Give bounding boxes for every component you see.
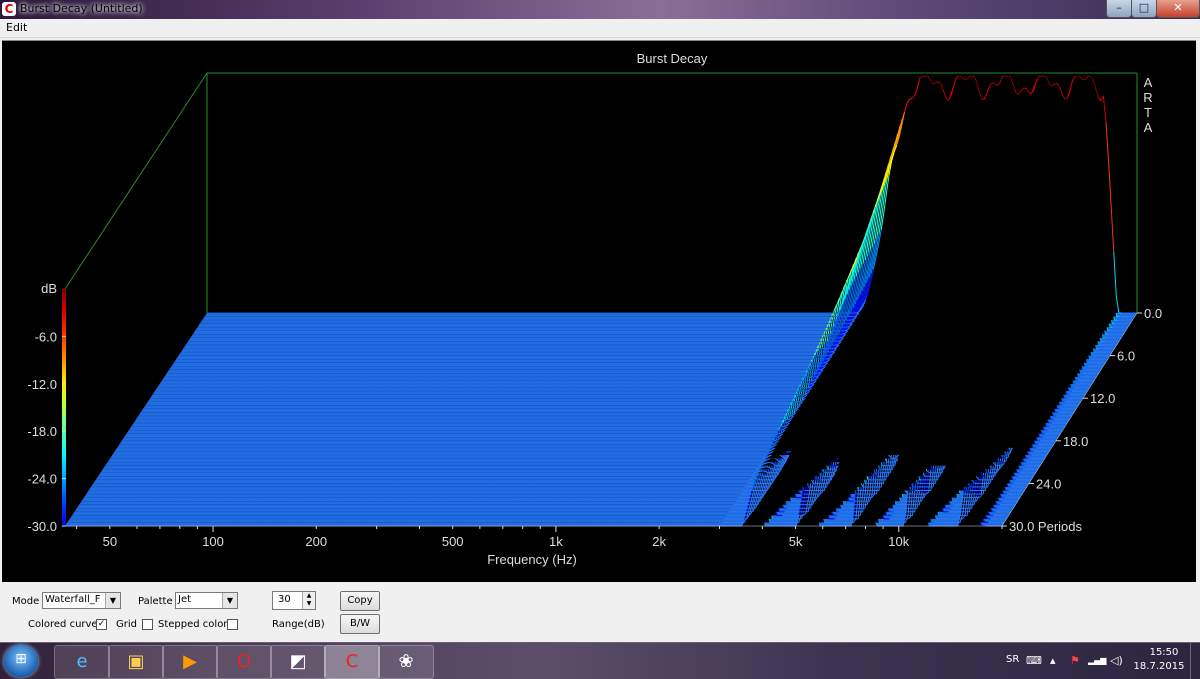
waterfall-curve-segment (868, 479, 876, 480)
waterfall-curve-segment (751, 479, 759, 480)
maximize-button[interactable]: □ (1131, 0, 1157, 18)
window-title: Burst Decay (Untitled) (20, 2, 143, 15)
title-bar[interactable]: C Burst Decay (Untitled) – □ ✕ (0, 0, 1200, 19)
menu-edit[interactable]: Edit (6, 21, 27, 34)
arta-app-icon[interactable]: C (2, 2, 16, 16)
menu-bar: Edit (0, 19, 1200, 38)
burst-decay-waterfall-chart: dB-6.0-12.0-18.0-24.0-30.0501002005001k2… (2, 41, 1196, 582)
burst-decay-plot-area: dB-6.0-12.0-18.0-24.0-30.0501002005001k2… (2, 40, 1196, 582)
frame-side-top-edge (65, 73, 207, 289)
close-button[interactable]: ✕ (1156, 0, 1200, 18)
minimize-button[interactable]: – (1106, 0, 1132, 18)
